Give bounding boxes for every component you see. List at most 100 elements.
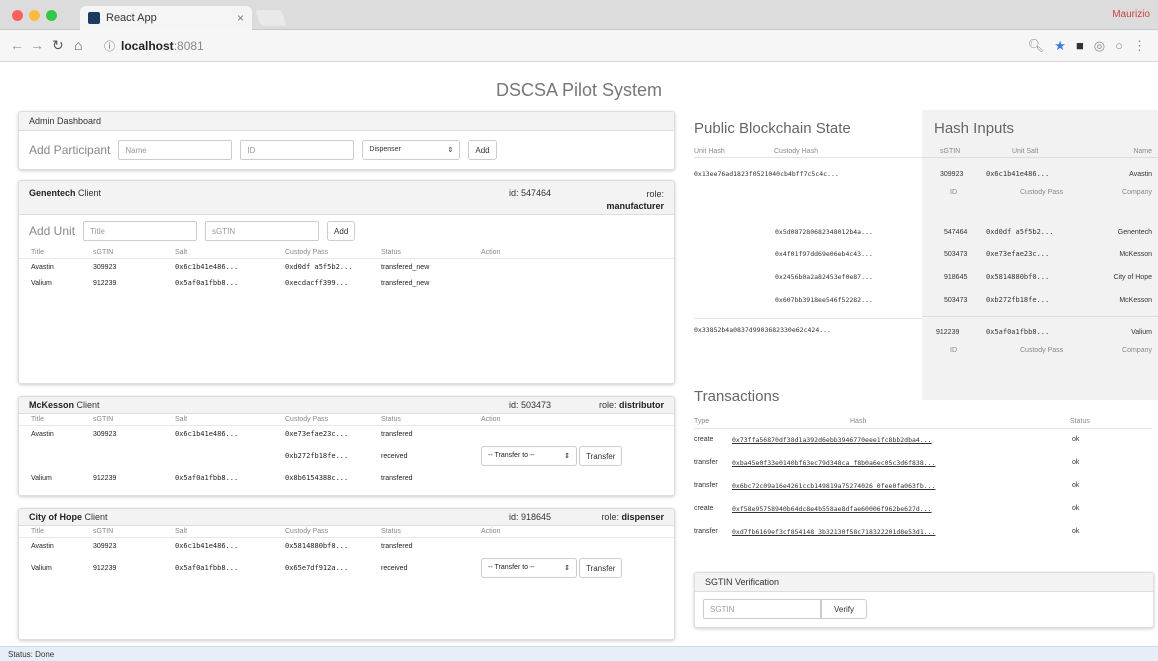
cell-custody: 0xe73efae23c... [285, 430, 349, 438]
cell-salt: 0x5af0a1fbb8... [175, 474, 239, 482]
transfer-button[interactable]: Transfer [578, 558, 623, 578]
transfer-to-select[interactable]: -- Transfer to -- ⇕ [481, 446, 577, 466]
client-panel-genentech: Genentech Client id: 547464 role: manufac… [18, 180, 675, 384]
unit-title-input[interactable]: Title [83, 221, 198, 241]
transfer-to-select[interactable]: -- Transfer to -- ⇕ [481, 558, 577, 578]
participant-name-input[interactable]: Name [118, 140, 233, 160]
unit-salt-value: 0x6c1b41e486... [986, 170, 1050, 178]
transaction-row: transfer 0x6bc72c09a16e4261ccb149819a752… [694, 482, 1152, 505]
cell-sgtin: 309923 [93, 263, 117, 271]
hash-input-row: 918645 0x5814880bf0... City of Hope [922, 273, 1158, 281]
tx-hash-link[interactable]: 0xd7fb6169ef3cf854148 3b32130f58c7183222… [732, 528, 936, 536]
close-window-button[interactable] [12, 10, 23, 21]
col-id: ID [950, 189, 957, 196]
cell-sgtin: 912239 [93, 474, 117, 482]
minimize-window-button[interactable] [29, 10, 40, 21]
table-header-row: Title sGTIN Salt Custody Pass Status Act… [19, 247, 674, 259]
sgtin-value: 912239 [936, 328, 960, 336]
add-unit-button[interactable]: Add [327, 221, 356, 241]
cell-sgtin [89, 442, 171, 470]
name-value: Valium [1131, 328, 1152, 336]
profile-name[interactable]: Maurizio [1112, 9, 1150, 20]
id-value: 547464 [944, 228, 968, 236]
react-favicon-icon [88, 12, 100, 24]
role-label: role: [598, 400, 617, 410]
maximize-window-button[interactable] [46, 10, 57, 21]
new-tab-button[interactable] [255, 10, 287, 26]
transfer-select-value: -- Transfer to -- [488, 452, 535, 459]
tx-hash-link[interactable]: 0xba45e0f33e0140bf63ec79d348ca f8b0a6ec0… [732, 459, 936, 467]
transfer-select-value: -- Transfer to -- [488, 564, 535, 571]
units-table: Title sGTIN Salt Custody Pass Status Act… [19, 247, 674, 291]
sgtin-input[interactable]: SGTIN [703, 599, 821, 619]
cell-action [477, 426, 674, 443]
tx-hash-link[interactable]: 0x6bc72c09a16e4261ccb149819a75274026 0fe… [732, 482, 936, 490]
col-sgtin: sGTIN [89, 526, 171, 538]
sgtin-value: 309923 [940, 170, 964, 178]
client-suffix: Client [74, 400, 100, 410]
col-salt: Salt [171, 526, 281, 538]
cell-title: Avastin [31, 542, 54, 550]
participant-id-input[interactable]: ID [240, 140, 355, 160]
custody-pass-value: 0xd0df a5f5b2... [986, 228, 1054, 236]
tx-type: transfer [694, 528, 718, 535]
col-hash: Hash [850, 418, 867, 425]
col-custody: Custody Pass [281, 247, 377, 259]
client-suffix: Client [82, 512, 108, 522]
window-controls [12, 10, 57, 21]
table-row: Avastin 309923 0x6c1b41e486... 0xd0df a5… [19, 259, 674, 276]
tx-status: ok [1072, 482, 1080, 489]
menu-dots-icon[interactable]: ⋮ [1133, 38, 1146, 54]
cell-salt: 0x5af0a1fbb8... [175, 564, 239, 572]
extension-icon-3[interactable]: ○ [1115, 38, 1123, 54]
cell-status: received [381, 452, 408, 460]
tx-hash-link[interactable]: 0x73ffa56870df38d1a392d6ebb3946770eee1fc… [732, 436, 932, 444]
custody-hash: 0x5d087280682348012b4a... [775, 228, 873, 236]
custody-pass-value: 0xe73efae23c... [986, 250, 1050, 258]
url-host: localhost [121, 39, 174, 53]
sgtin-verification-panel: SGTIN Verification SGTIN Verify [694, 572, 1154, 628]
home-icon[interactable]: ⌂ [74, 37, 82, 53]
browser-toolbar: ← → ↻ ⌂ ⓘ localhost:8081 🔍︎ ★ ■ ◎ ○ ⋮ [0, 30, 1158, 62]
cell-sgtin: 309923 [93, 430, 117, 438]
address-bar[interactable]: ⓘ localhost:8081 [104, 36, 1044, 56]
tx-type: transfer [694, 459, 718, 466]
custody-pass-value: 0xb272fb18fe... [986, 296, 1050, 304]
participant-role-select[interactable]: Dispenser ⇕ [362, 140, 461, 160]
forward-arrow-icon[interactable]: → [30, 37, 44, 53]
unit-sgtin-input[interactable]: sGTIN [205, 221, 320, 241]
col-title: Title [19, 247, 89, 259]
cell-salt: 0x6c1b41e486... [175, 263, 239, 271]
col-sgtin: sGTIN [89, 414, 171, 426]
col-status: Status [377, 526, 477, 538]
back-arrow-icon[interactable]: ← [10, 37, 24, 53]
browser-tab[interactable]: React App × [80, 6, 252, 30]
tx-type: create [694, 505, 714, 512]
client-suffix: Client [75, 188, 102, 198]
verify-button[interactable]: Verify [821, 599, 867, 619]
close-tab-icon[interactable]: × [237, 11, 244, 25]
id-value: 503473 [944, 296, 968, 304]
add-participant-button[interactable]: Add [468, 140, 497, 160]
transfer-button[interactable]: Transfer [578, 446, 623, 466]
unit-hash: 0x33852b4a0837d9903682330e62c424... [694, 326, 831, 334]
extension-icon[interactable]: ■ [1076, 38, 1084, 54]
hash-inputs-header: sGTIN Unit Salt Name [922, 148, 1158, 158]
tx-hash-link[interactable]: 0xf58e95758940b64dc8e4b558ae8dfae60006f9… [732, 505, 932, 513]
col-sgtin: sGTIN [940, 148, 961, 155]
id-value: 918645 [944, 273, 968, 281]
custody-hash: 0x4f01f97dd69e06eb4c43... [775, 250, 873, 258]
table-row: Avastin 309923 0x6c1b41e486... 0xe73efae… [19, 426, 674, 443]
select-arrows-icon: ⇕ [564, 565, 570, 572]
admin-dashboard-panel: Admin Dashboard Add Participant Name ID … [18, 111, 675, 170]
reload-icon[interactable]: ↻ [52, 37, 64, 54]
cell-salt: 0x6c1b41e486... [175, 430, 239, 438]
bookmark-star-icon[interactable]: ★ [1054, 38, 1066, 54]
col-salt: Salt [171, 247, 281, 259]
info-icon[interactable]: ⓘ [104, 38, 115, 54]
add-unit-label: Add Unit [29, 224, 76, 238]
client-header: City of Hope Client id: 918645 role: dis… [19, 509, 674, 526]
client-header: Genentech Client id: 547464 role: manufac… [19, 181, 674, 215]
extension-icon-2[interactable]: ◎ [1094, 38, 1105, 54]
zoom-icon[interactable]: 🔍︎ [1028, 38, 1045, 54]
